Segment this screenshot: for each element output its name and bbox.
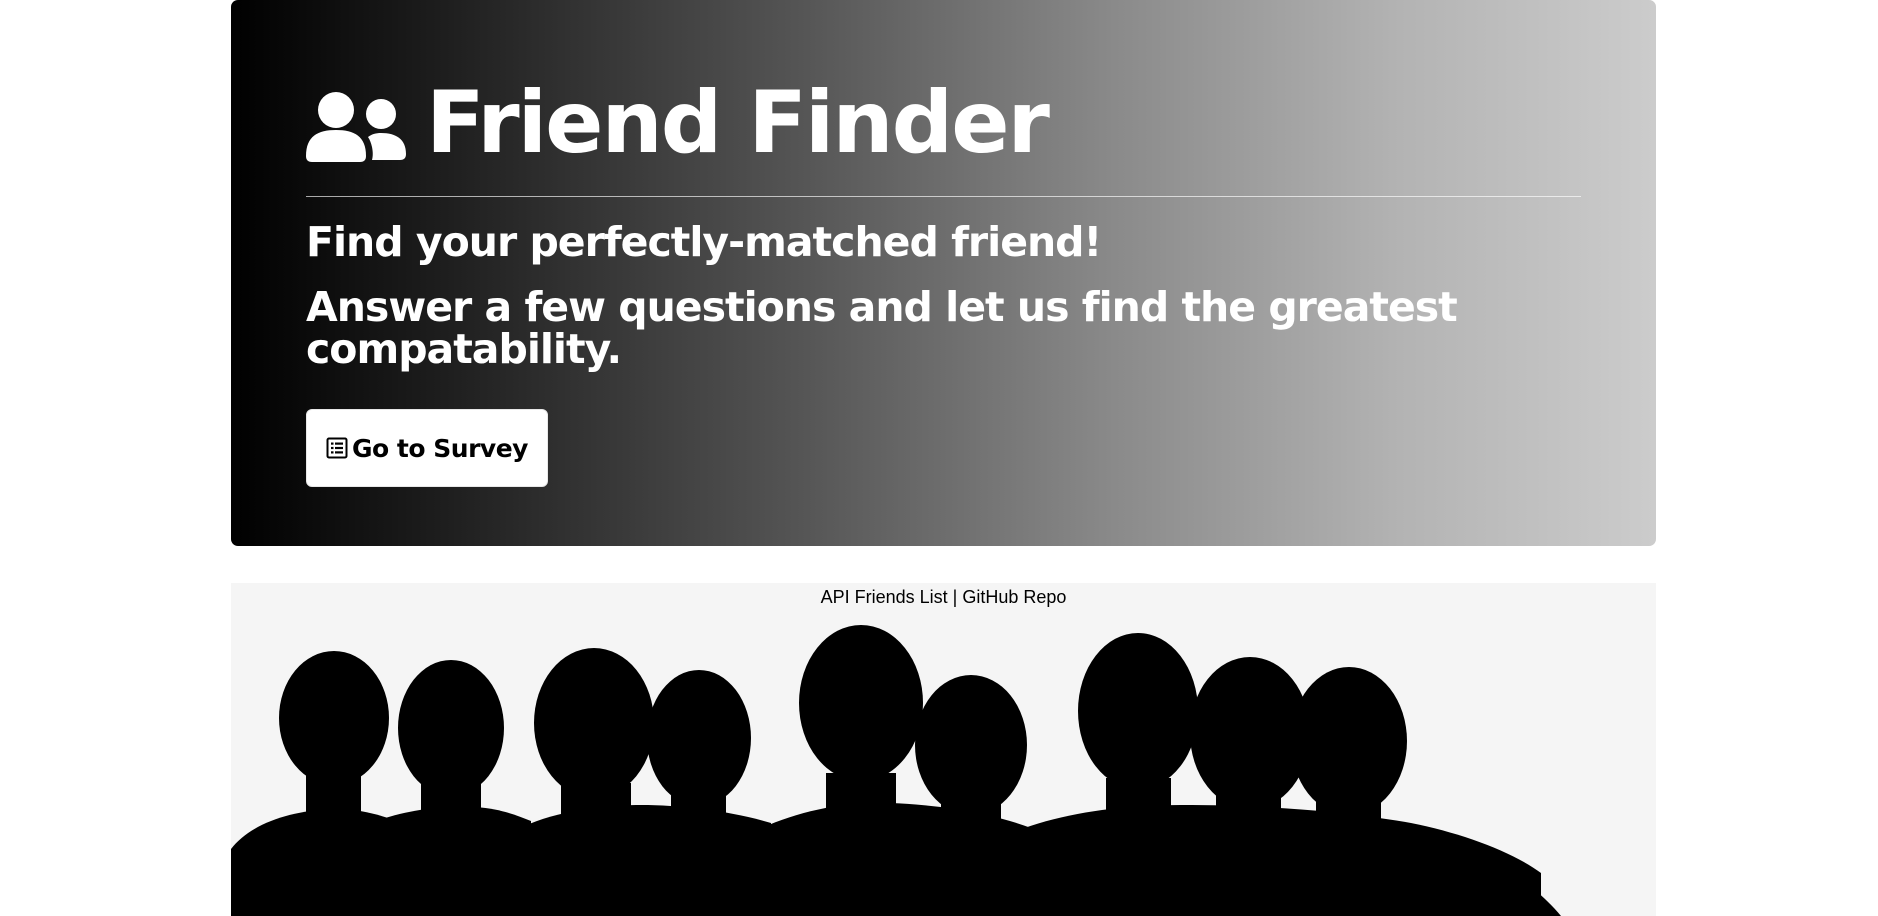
go-to-survey-button[interactable]: Go to Survey	[306, 409, 548, 487]
list-alt-icon	[326, 437, 348, 459]
lead-text: Find your perfectly-matched friend!	[306, 218, 1102, 266]
github-repo-link[interactable]: GitHub Repo	[962, 587, 1066, 607]
api-friends-list-link[interactable]: API Friends List	[821, 587, 948, 607]
page-title: Friend Finder	[306, 73, 1050, 173]
group-silhouette-image	[231, 625, 1561, 916]
hero-jumbotron: Friend Finder Find your perfectly-matche…	[231, 0, 1656, 546]
title-text: Friend Finder	[426, 73, 1050, 173]
divider	[306, 196, 1581, 197]
link-separator: |	[947, 587, 963, 607]
go-to-survey-label: Go to Survey	[352, 433, 528, 463]
footer-panel: API Friends List | GitHub Repo	[231, 583, 1656, 916]
footer-links: API Friends List | GitHub Repo	[231, 585, 1656, 609]
user-friends-icon	[306, 92, 406, 162]
sublead-text: Answer a few questions and let us find t…	[306, 283, 1458, 373]
